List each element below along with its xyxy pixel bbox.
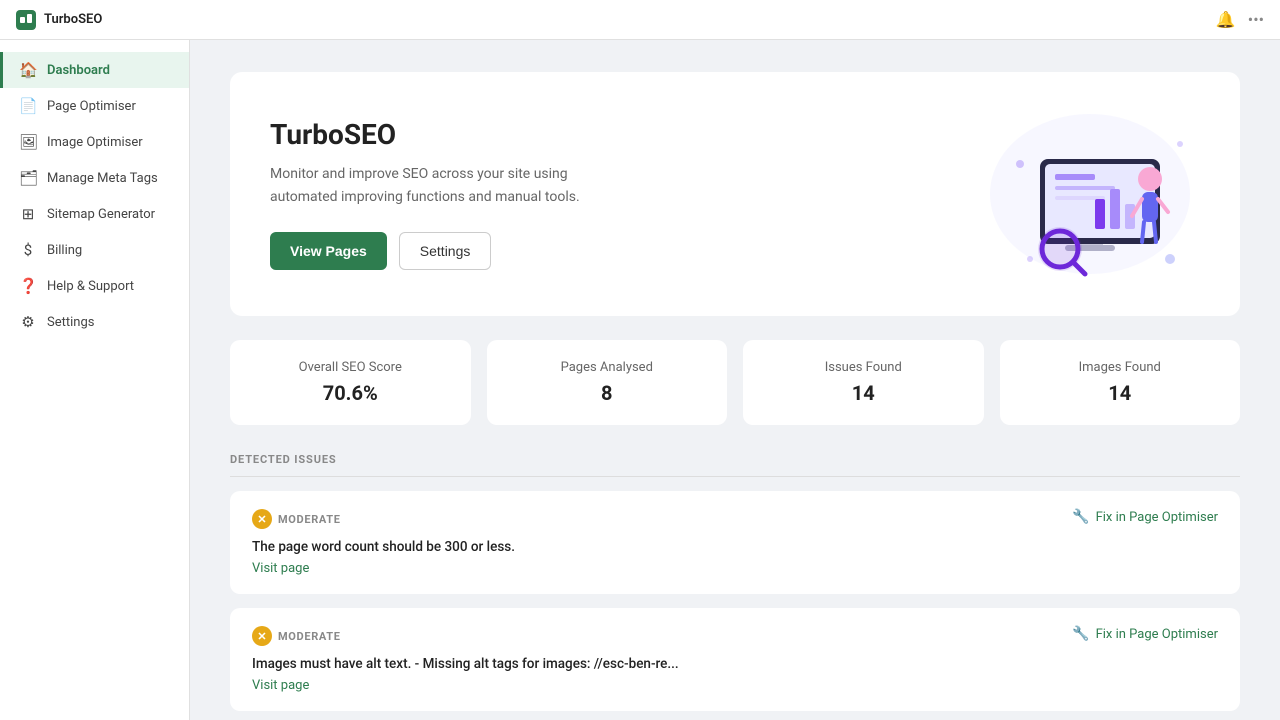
sidebar: 🏠 Dashboard 📄 Page Optimiser 🖼 Image Opt… xyxy=(0,40,190,720)
hero-illustration xyxy=(980,104,1200,284)
sidebar-item-label: Help & Support xyxy=(47,279,134,294)
main-content: TurboSEO Monitor and improve SEO across … xyxy=(190,40,1280,720)
sitemap-icon: ⊞ xyxy=(19,205,37,223)
home-icon: 🏠 xyxy=(19,61,37,79)
stat-label-3: Images Found xyxy=(1079,360,1161,375)
sidebar-item-label: Dashboard xyxy=(47,63,110,78)
notification-icon[interactable]: 🔔 xyxy=(1216,10,1236,29)
issue-severity-label-0: MODERATE xyxy=(278,513,341,526)
issue-card-1: ✕ MODERATE Images must have alt text. - … xyxy=(230,608,1240,711)
issue-fix-label-1: Fix in Page Optimiser xyxy=(1096,627,1218,642)
sidebar-item-sitemap-generator[interactable]: ⊞ Sitemap Generator xyxy=(0,196,189,232)
detected-issues-title: DETECTED ISSUES xyxy=(230,453,1240,477)
hero-buttons: View Pages Settings xyxy=(270,232,610,270)
topbar-actions: 🔔 ••• xyxy=(1216,10,1264,29)
stat-pages-analysed: Pages Analysed 8 xyxy=(487,340,728,425)
app-logo-icon xyxy=(16,10,36,30)
sidebar-item-page-optimiser[interactable]: 📄 Page Optimiser xyxy=(0,88,189,124)
sidebar-item-image-optimiser[interactable]: 🖼 Image Optimiser xyxy=(0,124,189,160)
issue-badge-0: ✕ MODERATE xyxy=(252,509,341,529)
issue-visit-link-0[interactable]: Visit page xyxy=(252,561,1218,576)
topbar: TurboSEO 🔔 ••• xyxy=(0,0,1280,40)
sidebar-item-manage-meta-tags[interactable]: 🗂 Manage Meta Tags xyxy=(0,160,189,196)
issue-severity-label-1: MODERATE xyxy=(278,630,341,643)
sidebar-item-help-support[interactable]: ❓ Help & Support xyxy=(0,268,189,304)
stat-value-1: 8 xyxy=(601,381,612,405)
stat-label-1: Pages Analysed xyxy=(561,360,653,375)
help-icon: ❓ xyxy=(19,277,37,295)
hero-title: TurboSEO xyxy=(270,118,610,151)
issue-message-1: Images must have alt text. - Missing alt… xyxy=(252,656,1218,672)
sidebar-item-label: Sitemap Generator xyxy=(47,207,155,222)
tag-icon: 🗂 xyxy=(19,169,37,187)
stat-overall-seo-score: Overall SEO Score 70.6% xyxy=(230,340,471,425)
issue-fix-link-1[interactable]: 🔧 Fix in Page Optimiser xyxy=(1072,626,1218,642)
wrench-icon-1: 🔧 xyxy=(1072,626,1089,642)
stats-row: Overall SEO Score 70.6% Pages Analysed 8… xyxy=(230,340,1240,425)
billing-icon: $ xyxy=(19,241,37,259)
topbar-left: TurboSEO xyxy=(16,10,102,30)
sidebar-item-settings[interactable]: ⚙ Settings xyxy=(0,304,189,340)
page-icon: 📄 xyxy=(19,97,37,115)
sidebar-item-label: Settings xyxy=(47,315,94,330)
issue-message-0: The page word count should be 300 or les… xyxy=(252,539,1218,555)
stat-label-0: Overall SEO Score xyxy=(299,360,402,375)
issue-badge-1: ✕ MODERATE xyxy=(252,626,341,646)
issue-severity-icon-0: ✕ xyxy=(252,509,272,529)
detected-issues-section: DETECTED ISSUES ✕ MODERATE The page word… xyxy=(230,453,1240,720)
issue-fix-label-0: Fix in Page Optimiser xyxy=(1096,510,1218,525)
sidebar-item-label: Manage Meta Tags xyxy=(47,171,158,186)
issue-severity-icon-1: ✕ xyxy=(252,626,272,646)
hero-text: TurboSEO Monitor and improve SEO across … xyxy=(270,118,610,270)
hero-description: Monitor and improve SEO across your site… xyxy=(270,163,610,208)
stat-value-3: 14 xyxy=(1108,381,1131,405)
settings-button[interactable]: Settings xyxy=(399,232,492,270)
sidebar-item-billing[interactable]: $ Billing xyxy=(0,232,189,268)
image-icon: 🖼 xyxy=(19,133,37,151)
sidebar-item-label: Billing xyxy=(47,243,82,258)
more-options-icon[interactable]: ••• xyxy=(1248,10,1264,29)
view-pages-button[interactable]: View Pages xyxy=(270,232,387,270)
issue-card-0: ✕ MODERATE The page word count should be… xyxy=(230,491,1240,594)
sidebar-item-label: Page Optimiser xyxy=(47,99,136,114)
issue-fix-link-0[interactable]: 🔧 Fix in Page Optimiser xyxy=(1072,509,1218,525)
wrench-icon-0: 🔧 xyxy=(1072,509,1089,525)
stat-issues-found: Issues Found 14 xyxy=(743,340,984,425)
stat-value-0: 70.6% xyxy=(323,381,378,405)
stat-label-2: Issues Found xyxy=(825,360,902,375)
issue-visit-link-1[interactable]: Visit page xyxy=(252,678,1218,693)
stat-images-found: Images Found 14 xyxy=(1000,340,1241,425)
stat-value-2: 14 xyxy=(852,381,875,405)
sidebar-item-label: Image Optimiser xyxy=(47,135,143,150)
settings-icon: ⚙ xyxy=(19,313,37,331)
app-title: TurboSEO xyxy=(44,12,102,27)
sidebar-item-dashboard[interactable]: 🏠 Dashboard xyxy=(0,52,189,88)
hero-section: TurboSEO Monitor and improve SEO across … xyxy=(230,72,1240,316)
